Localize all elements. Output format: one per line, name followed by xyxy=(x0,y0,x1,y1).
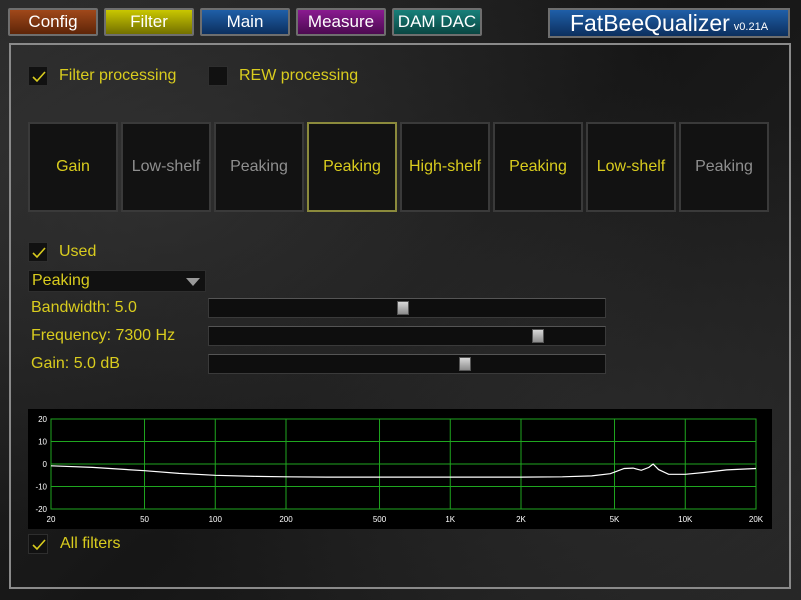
x-tick-label: 1K xyxy=(445,515,455,524)
y-tick-label: -10 xyxy=(35,483,47,492)
frequency-slider-thumb[interactable] xyxy=(532,329,544,343)
y-tick-label: 0 xyxy=(43,460,48,469)
tab-measure[interactable]: Measure xyxy=(296,8,386,36)
all-filters-checkbox[interactable] xyxy=(28,534,48,554)
tab-main[interactable]: Main xyxy=(200,8,290,36)
band-button-1[interactable]: Gain xyxy=(28,122,118,212)
x-tick-label: 200 xyxy=(279,515,293,524)
band-button-6[interactable]: Peaking xyxy=(493,122,583,212)
all-filters-label: All filters xyxy=(60,535,121,552)
filter-processing-checkbox[interactable] xyxy=(28,66,48,86)
gain-label: Gain: 5.0 dB xyxy=(31,355,120,372)
band-button-2[interactable]: Low-shelf xyxy=(121,122,211,212)
y-tick-label: 20 xyxy=(38,415,47,424)
band-button-4[interactable]: Peaking xyxy=(307,122,397,212)
y-tick-label: -20 xyxy=(35,505,47,514)
app-title: FatBeeQualizer v0.21A xyxy=(548,8,790,38)
band-button-5[interactable]: High-shelf xyxy=(400,122,490,212)
x-tick-label: 10K xyxy=(678,515,693,524)
app-version: v0.21A xyxy=(733,21,769,33)
x-tick-label: 2K xyxy=(516,515,526,524)
gain-slider-thumb[interactable] xyxy=(459,357,471,371)
used-label: Used xyxy=(59,243,97,260)
check-icon xyxy=(32,539,46,551)
filter-type-value: Peaking xyxy=(32,272,90,289)
tab-filter[interactable]: Filter xyxy=(104,8,194,36)
y-tick-label: 10 xyxy=(38,438,47,447)
x-tick-label: 20 xyxy=(47,515,56,524)
rew-processing-checkbox[interactable] xyxy=(208,66,228,86)
x-tick-label: 50 xyxy=(140,515,149,524)
rew-processing-label: REW processing xyxy=(239,67,359,84)
frequency-slider[interactable] xyxy=(208,326,606,346)
x-tick-label: 5K xyxy=(610,515,620,524)
band-button-8[interactable]: Peaking xyxy=(679,122,769,212)
used-checkbox[interactable] xyxy=(28,242,48,262)
band-button-7[interactable]: Low-shelf xyxy=(586,122,676,212)
x-tick-label: 100 xyxy=(209,515,223,524)
filter-processing-label: Filter processing xyxy=(59,67,177,84)
filter-type-select[interactable]: Peaking xyxy=(28,270,206,292)
response-curve xyxy=(50,463,757,478)
app-name: FatBeeQualizer xyxy=(569,9,730,36)
frequency-label: Frequency: 7300 Hz xyxy=(31,327,176,344)
tab-dam-dac[interactable]: DAM DAC xyxy=(392,8,482,36)
x-tick-label: 20K xyxy=(749,515,764,524)
tab-config[interactable]: Config xyxy=(8,8,98,36)
band-button-3[interactable]: Peaking xyxy=(214,122,304,212)
dropdown-arrow-icon xyxy=(186,278,200,286)
x-tick-label: 500 xyxy=(373,515,387,524)
frequency-response-chart: 20100-10-2020 50 100 200 500 1K 2K 5K 10K 20K xyxy=(28,409,772,529)
check-icon xyxy=(32,71,46,83)
bandwidth-slider-thumb[interactable] xyxy=(397,301,409,315)
check-icon xyxy=(32,247,46,259)
gain-slider[interactable] xyxy=(208,354,606,374)
bandwidth-label: Bandwidth: 5.0 xyxy=(31,299,137,316)
bandwidth-slider[interactable] xyxy=(208,298,606,318)
